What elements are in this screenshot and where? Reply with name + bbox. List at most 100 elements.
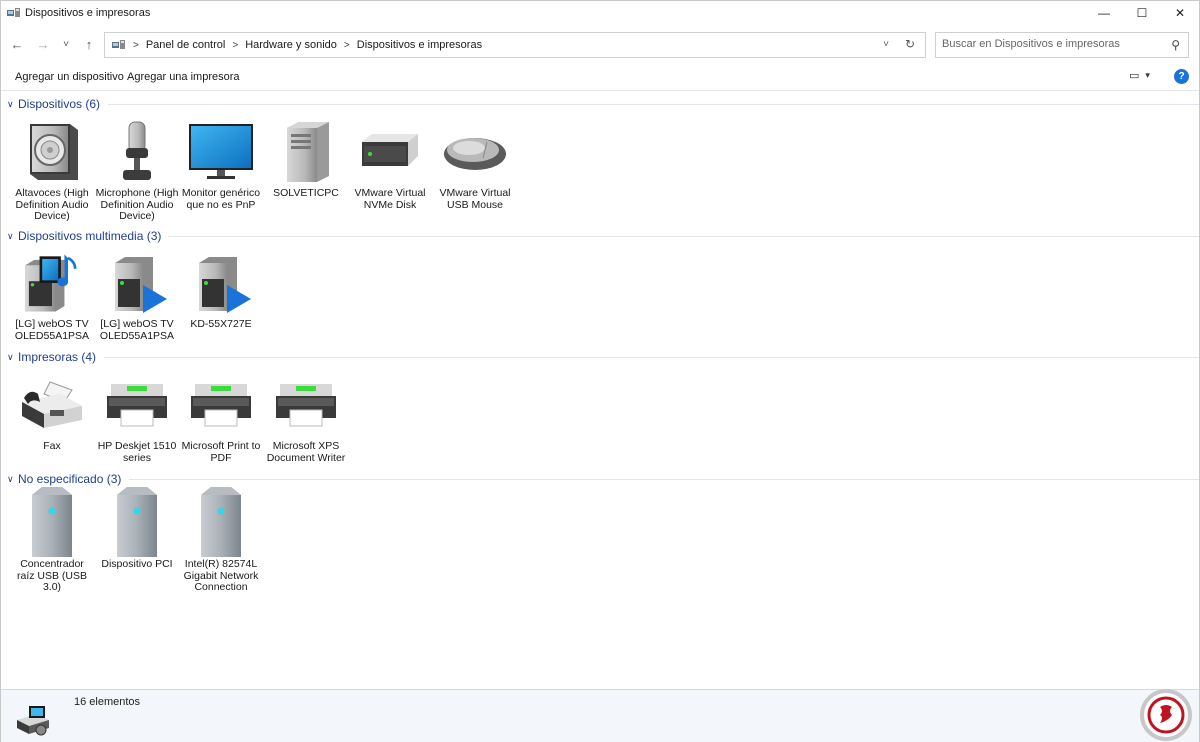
device-label: VMware Virtual NVMe Disk: [354, 187, 426, 211]
device-label: Altavoces (High Definition Audio Device): [15, 187, 89, 222]
device-item[interactable]: Altavoces (High Definition Audio Device): [10, 120, 94, 223]
group-header-no-especificado[interactable]: ∨ No especificado (3): [1, 471, 1199, 487]
minimize-button[interactable]: —: [1085, 1, 1123, 25]
monitor-icon: [189, 120, 253, 184]
devices-printers-icon: [17, 706, 49, 736]
group-title: No especificado (3): [18, 472, 122, 486]
view-icon: ▭: [1129, 70, 1140, 82]
chevron-down-icon[interactable]: ∨: [7, 352, 17, 363]
chevron-down-icon[interactable]: ∨: [7, 474, 17, 485]
group-header-dispositivos-multimedia[interactable]: ∨ Dispositivos multimedia (3): [1, 228, 1199, 244]
device-label: SOLVETICPC: [273, 187, 339, 199]
group-divider: [129, 478, 1199, 480]
navigation-bar: ← → ˅ ↑ > Panel de control > Hardware y …: [1, 31, 1199, 59]
printer-icon: [274, 373, 338, 437]
group-title: Dispositivos (6): [18, 97, 101, 111]
forward-button[interactable]: →: [34, 35, 52, 53]
printer-label: Microsoft Print to PDF: [181, 440, 261, 464]
device-label: [LG] webOS TV OLED55A1PSA: [14, 318, 90, 342]
device-item[interactable]: Concentrador raíz USB (USB 3.0): [10, 487, 94, 594]
device-label: [LG] webOS TV OLED55A1PSA: [99, 318, 175, 342]
printer-label: Microsoft XPS Document Writer: [266, 440, 346, 464]
group-title: Impresoras (4): [18, 350, 97, 364]
back-button[interactable]: ←: [8, 35, 26, 53]
device-label: VMware Virtual USB Mouse: [439, 187, 511, 211]
printer-label: Fax: [43, 440, 61, 452]
printer-icon: [105, 373, 169, 437]
window-controls: — ☐ ✕: [1085, 1, 1199, 25]
device-label: Monitor genérico que no es PnP: [181, 187, 261, 211]
devices-printers-icon: [112, 40, 125, 49]
search-box[interactable]: ⚲: [935, 32, 1189, 58]
breadcrumb-separator: >: [232, 39, 239, 51]
device-label: Intel(R) 82574L Gigabit Network Connecti…: [183, 558, 259, 593]
search-icon[interactable]: ⚲: [1171, 38, 1180, 52]
change-view-button[interactable]: ▭ ▾: [1129, 69, 1150, 82]
search-input[interactable]: [942, 38, 1162, 50]
printer-item[interactable]: Fax: [10, 373, 94, 453]
device-item[interactable]: KD-55X727E: [179, 251, 263, 331]
command-bar: Agregar un dispositivo Agregar una impre…: [1, 65, 1199, 89]
group-header-dispositivos[interactable]: ∨ Dispositivos (6): [1, 96, 1199, 112]
microphone-icon: [105, 120, 169, 184]
printer-label: HP Deskjet 1510 series: [97, 440, 177, 464]
device-label: Dispositivo PCI: [101, 558, 173, 570]
address-dropdown-button[interactable]: ˅: [883, 39, 889, 50]
maximize-button[interactable]: ☐: [1123, 1, 1161, 25]
media-server-icon: [20, 251, 84, 315]
add-printer-button[interactable]: Agregar una impresora: [127, 71, 240, 83]
fax-icon: [20, 373, 84, 437]
address-bar[interactable]: > Panel de control > Hardware y sonido >…: [104, 32, 926, 58]
device-item[interactable]: SOLVETICPC: [264, 120, 348, 200]
breadcrumb-panel-de-control[interactable]: Panel de control: [146, 39, 226, 51]
title-bar: Dispositivos e impresoras — ☐ ✕: [1, 1, 1199, 25]
refresh-button[interactable]: ↻: [905, 37, 915, 51]
group-title: Dispositivos multimedia (3): [18, 229, 162, 243]
help-icon[interactable]: ?: [1174, 69, 1189, 84]
device-label: Microphone (High Definition Audio Device…: [95, 187, 179, 222]
media-renderer-icon: [189, 251, 253, 315]
recent-locations-button[interactable]: ˅: [57, 35, 75, 53]
group-divider: [108, 103, 1199, 105]
device-label: Concentrador raíz USB (USB 3.0): [16, 558, 87, 593]
add-device-button[interactable]: Agregar un dispositivo: [15, 71, 124, 83]
media-renderer-icon: [105, 251, 169, 315]
breadcrumb-separator: >: [343, 39, 350, 51]
device-item[interactable]: Monitor genérico que no es PnP: [179, 120, 263, 211]
watermark-logo: [1140, 689, 1192, 741]
generic-device-icon: [20, 487, 84, 557]
devices-printers-icon: [7, 8, 20, 17]
status-bar: 16 elementos: [1, 689, 1199, 742]
generic-device-icon: [189, 487, 253, 557]
item-count: 16 elementos: [74, 696, 141, 708]
printer-item[interactable]: HP Deskjet 1510 series: [95, 373, 179, 464]
mouse-icon: [443, 120, 507, 184]
device-item[interactable]: Dispositivo PCI: [95, 487, 179, 571]
group-divider: [104, 356, 1199, 358]
chevron-down-icon[interactable]: ∨: [7, 231, 17, 242]
device-item[interactable]: [LG] webOS TV OLED55A1PSA: [10, 251, 94, 342]
breadcrumb-separator: >: [133, 39, 139, 51]
generic-device-icon: [105, 487, 169, 557]
up-button[interactable]: ↑: [80, 35, 98, 53]
breadcrumb-dispositivos-e-impresoras[interactable]: Dispositivos e impresoras: [357, 39, 482, 51]
breadcrumb-hardware-y-sonido[interactable]: Hardware y sonido: [245, 39, 337, 51]
speaker-icon: [20, 120, 84, 184]
disk-drive-icon: [358, 120, 422, 184]
chevron-down-icon[interactable]: ∨: [7, 99, 17, 110]
devices-view: ∨ Dispositivos (6) Altavoces (High Defin…: [1, 90, 1199, 688]
printer-icon: [189, 373, 253, 437]
device-item[interactable]: Intel(R) 82574L Gigabit Network Connecti…: [179, 487, 263, 594]
close-button[interactable]: ✕: [1161, 1, 1199, 25]
device-item[interactable]: [LG] webOS TV OLED55A1PSA: [95, 251, 179, 342]
group-header-impresoras[interactable]: ∨ Impresoras (4): [1, 349, 1199, 365]
device-item[interactable]: Microphone (High Definition Audio Device…: [95, 120, 179, 223]
printer-item[interactable]: Microsoft XPS Document Writer: [264, 373, 348, 464]
window-title: Dispositivos e impresoras: [25, 7, 151, 19]
device-item[interactable]: VMware Virtual NVMe Disk: [348, 120, 432, 211]
device-item[interactable]: VMware Virtual USB Mouse: [433, 120, 517, 211]
printer-item[interactable]: Microsoft Print to PDF: [179, 373, 263, 464]
device-label: KD-55X727E: [190, 318, 252, 330]
explorer-window: Dispositivos e impresoras — ☐ ✕ ← → ˅ ↑ …: [0, 0, 1200, 742]
computer-tower-icon: [274, 120, 338, 184]
